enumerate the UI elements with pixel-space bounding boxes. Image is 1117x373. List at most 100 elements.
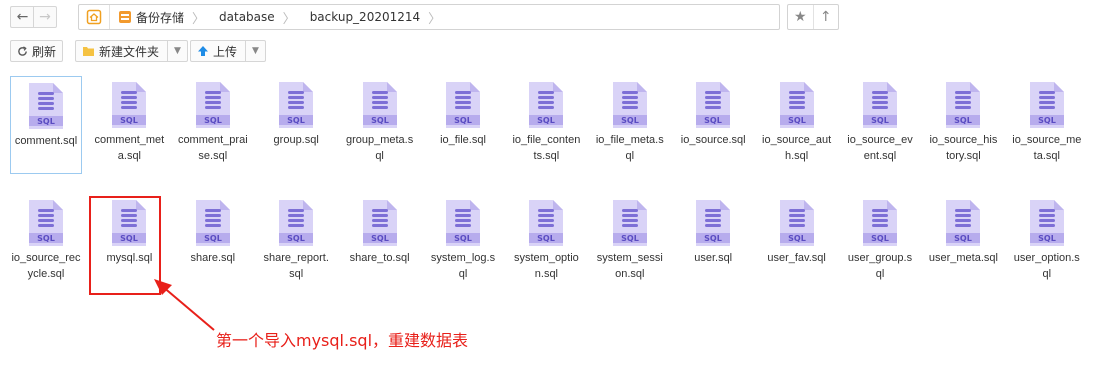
file-name: comment.sql bbox=[14, 135, 78, 147]
file-item[interactable]: SQL share_report.sql bbox=[260, 194, 332, 292]
file-item[interactable]: SQL io_file_contents.sql bbox=[510, 76, 582, 174]
chevron-down-icon[interactable]: ▼ bbox=[245, 41, 259, 61]
file-item[interactable]: SQL io_source_event.sql bbox=[844, 76, 916, 174]
file-item[interactable]: SQL comment_praise.sql bbox=[177, 76, 249, 174]
file-name: io_source_history.sql bbox=[929, 134, 998, 162]
file-name: group.sql bbox=[273, 134, 319, 146]
sql-badge: SQL bbox=[204, 116, 222, 125]
sql-file-icon: SQL bbox=[863, 82, 897, 128]
new-folder-button[interactable]: 新建文件夹 ▼ bbox=[75, 40, 188, 62]
sql-badge: SQL bbox=[538, 116, 556, 125]
file-name: comment_meta.sql bbox=[94, 134, 165, 162]
breadcrumb-item-database[interactable]: database 〉 bbox=[211, 5, 302, 29]
file-name: system_option.sql bbox=[513, 252, 579, 280]
upload-icon bbox=[197, 45, 209, 57]
file-name: user_group.sql bbox=[847, 252, 913, 280]
file-name: share_to.sql bbox=[349, 252, 410, 264]
file-item[interactable]: SQL comment.sql bbox=[10, 76, 82, 174]
file-name: io_file_contents.sql bbox=[512, 134, 581, 162]
sql-badge: SQL bbox=[871, 234, 889, 243]
file-item[interactable]: SQL user_fav.sql bbox=[761, 194, 833, 292]
file-name: io_file.sql bbox=[440, 134, 486, 146]
sql-file-icon: SQL bbox=[195, 82, 230, 128]
file-name: share_report.sql bbox=[263, 252, 329, 280]
file-name: io_source_meta.sql bbox=[1012, 134, 1082, 162]
upload-label: 上传 bbox=[213, 44, 238, 59]
refresh-icon bbox=[17, 45, 28, 57]
file-item[interactable]: SQL user_option.sql bbox=[1011, 194, 1083, 292]
chevron-down-icon[interactable]: ▼ bbox=[167, 41, 181, 61]
file-name: io_source.sql bbox=[680, 134, 746, 146]
breadcrumb-item-storage[interactable]: 备份存储 〉 bbox=[110, 5, 211, 29]
sql-file-icon: SQL bbox=[29, 200, 63, 246]
sql-file-icon: SQL bbox=[446, 200, 480, 246]
file-item[interactable]: SQL io_file.sql bbox=[427, 76, 499, 174]
sql-file-icon: SQL bbox=[1029, 200, 1064, 246]
up-level-button[interactable]: ↑ bbox=[812, 5, 839, 29]
file-item[interactable]: SQL system_session.sql bbox=[594, 194, 666, 292]
sql-file-icon: SQL bbox=[362, 200, 397, 246]
storage-icon bbox=[118, 10, 132, 24]
sql-badge: SQL bbox=[204, 234, 222, 243]
file-item[interactable]: SQL system_option.sql bbox=[510, 194, 582, 292]
sql-file-icon: SQL bbox=[612, 82, 647, 128]
annotation-arrow-icon bbox=[154, 279, 215, 331]
sql-badge: SQL bbox=[37, 234, 55, 243]
favorite-button[interactable]: ★ bbox=[788, 5, 813, 29]
sql-file-icon: SQL bbox=[446, 82, 480, 128]
file-item[interactable]: SQL user_group.sql bbox=[844, 194, 916, 292]
file-item[interactable]: SQL comment_meta.sql bbox=[93, 76, 165, 174]
file-item[interactable]: SQL io_source_meta.sql bbox=[1011, 76, 1083, 174]
sql-file-icon: SQL bbox=[279, 82, 314, 128]
sql-file-icon: SQL bbox=[779, 82, 814, 128]
address-bar-row: ← → 备份存储 〉 database 〉 backup_20201214 〉 … bbox=[0, 0, 1117, 36]
sql-badge: SQL bbox=[371, 234, 389, 243]
chevron-right-icon: 〉 bbox=[428, 11, 442, 27]
breadcrumb-label: 备份存储 bbox=[136, 10, 185, 25]
sql-badge: SQL bbox=[621, 116, 639, 125]
sql-badge: SQL bbox=[1038, 234, 1056, 243]
file-item[interactable]: SQL io_file_meta.sql bbox=[594, 76, 666, 174]
file-item[interactable]: SQL group_meta.sql bbox=[344, 76, 416, 174]
sql-badge: SQL bbox=[955, 116, 973, 125]
home-icon bbox=[86, 9, 102, 25]
file-item[interactable]: SQL io_source_auth.sql bbox=[761, 76, 833, 174]
sql-badge: SQL bbox=[871, 116, 889, 125]
file-item[interactable]: SQL user_meta.sql bbox=[927, 194, 999, 292]
sql-badge: SQL bbox=[37, 117, 55, 126]
address-actions: ★ ↑ bbox=[787, 4, 839, 30]
file-item[interactable]: SQL io_source.sql bbox=[677, 76, 749, 174]
file-name: system_log.sql bbox=[430, 252, 496, 280]
file-item[interactable]: SQL share_to.sql bbox=[344, 194, 416, 292]
file-item[interactable]: SQL user.sql bbox=[677, 194, 749, 292]
file-name: share.sql bbox=[190, 252, 236, 264]
breadcrumb-item-backup[interactable]: backup_20201214 〉 bbox=[302, 5, 447, 29]
file-name: user_meta.sql bbox=[928, 252, 998, 264]
sql-badge: SQL bbox=[287, 116, 305, 125]
sql-file-icon: SQL bbox=[195, 200, 230, 246]
file-item[interactable]: SQL io_source_recycle.sql bbox=[10, 194, 82, 292]
sql-file-icon: SQL bbox=[1029, 82, 1064, 128]
file-item[interactable]: SQL system_log.sql bbox=[427, 194, 499, 292]
sql-badge: SQL bbox=[121, 116, 139, 125]
sql-file-icon: SQL bbox=[779, 200, 814, 246]
home-button[interactable] bbox=[79, 5, 110, 29]
forward-button[interactable]: → bbox=[33, 6, 57, 28]
chevron-right-icon: 〉 bbox=[192, 11, 206, 27]
file-name: group_meta.sql bbox=[345, 134, 414, 162]
sql-file-icon: SQL bbox=[696, 82, 731, 128]
refresh-label: 刷新 bbox=[32, 44, 57, 59]
file-name: user.sql bbox=[694, 252, 733, 264]
file-name: io_source_auth.sql bbox=[762, 134, 832, 162]
annotation-text: 第一个导入mysql.sql，重建数据表 bbox=[216, 331, 469, 350]
file-name: io_file_meta.sql bbox=[595, 134, 664, 162]
refresh-button[interactable]: 刷新 bbox=[10, 40, 64, 62]
back-button[interactable]: ← bbox=[10, 6, 34, 28]
file-name: system_session.sql bbox=[596, 252, 663, 280]
arrow-right-icon: → bbox=[39, 9, 51, 25]
file-item[interactable]: SQL io_source_history.sql bbox=[927, 76, 999, 174]
upload-button[interactable]: 上传 ▼ bbox=[190, 40, 266, 62]
file-name: io_source_event.sql bbox=[847, 134, 913, 162]
sql-badge: SQL bbox=[371, 116, 389, 125]
file-item[interactable]: SQL group.sql bbox=[260, 76, 332, 174]
